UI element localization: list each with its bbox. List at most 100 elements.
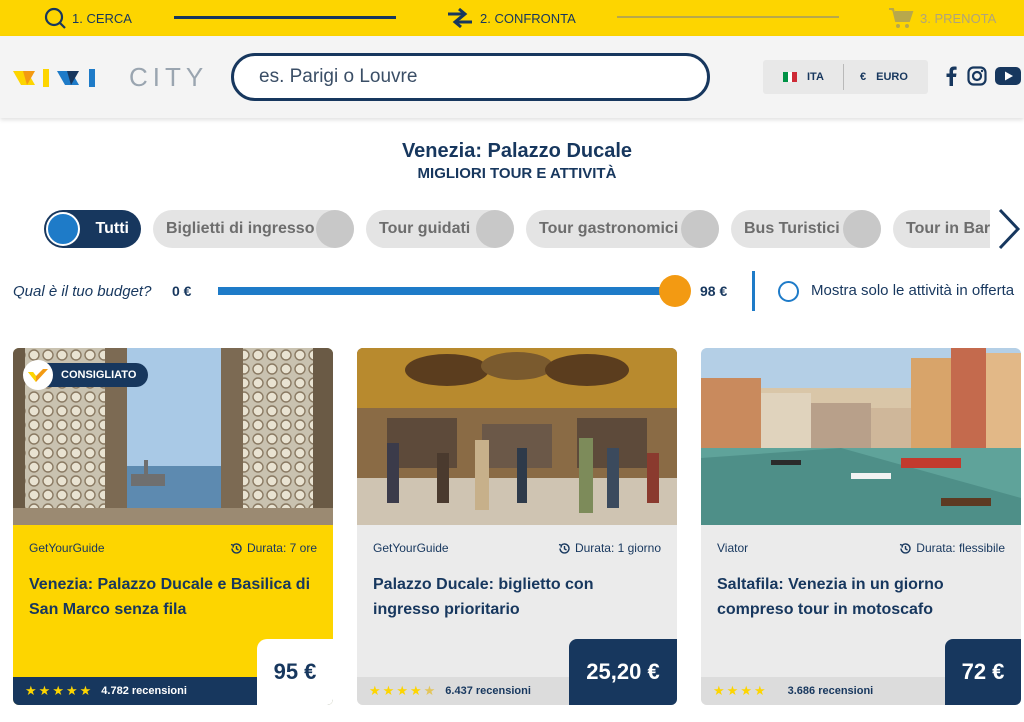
star-icon: ★	[25, 683, 37, 698]
step-search[interactable]: 1. CERCA	[44, 0, 132, 36]
star-icon: ★	[52, 683, 64, 698]
activity-duration-text: Durata: flessibile	[916, 541, 1005, 555]
category-toggle-tour-in-barca[interactable]: Tour in Barca	[893, 210, 990, 248]
star-icon: ★	[65, 683, 78, 698]
offers-only-label: Mostra solo le attività in offerta	[811, 282, 1015, 299]
search-icon	[44, 7, 66, 29]
star-icon: ★	[726, 683, 739, 698]
toggle-knob	[843, 210, 881, 248]
budget-slider-thumb[interactable]	[659, 275, 691, 307]
step-book-label: 3. PRENOTA	[920, 10, 997, 26]
facebook-icon[interactable]	[944, 66, 958, 86]
activity-image[interactable]	[701, 348, 1021, 525]
activity-card[interactable]: CONSIGLIATO GetYourGuide Durata: 7 ore V…	[13, 348, 333, 705]
step-connector	[174, 16, 396, 19]
compare-arrows-icon	[446, 7, 474, 29]
step-book[interactable]: 3. PRENOTA	[888, 0, 996, 36]
logo-wordmark: CITY	[129, 61, 209, 92]
step-compare-label: 2. CONFRONTA	[480, 10, 576, 26]
price-tag: 72 €	[945, 639, 1021, 705]
history-clock-icon	[900, 542, 911, 554]
toggle-knob	[681, 210, 719, 248]
history-clock-icon	[558, 542, 570, 554]
star-icon: ★	[740, 683, 752, 698]
budget-slider-track[interactable]	[218, 287, 676, 295]
activity-duration: Durata: 7 ore	[230, 541, 317, 555]
locale-switcher: ITA € EURO	[763, 60, 928, 94]
activity-provider: Viator	[717, 541, 749, 555]
activity-card[interactable]: Viator Durata: flessibile Saltafila: Ven…	[701, 348, 1021, 705]
activity-provider: GetYourGuide	[29, 541, 105, 555]
language-label: ITA	[807, 71, 824, 83]
activity-provider: GetYourGuide	[373, 541, 449, 555]
currency-label: EURO	[876, 71, 908, 83]
activity-card[interactable]: GetYourGuide Durata: 1 giorno Palazzo Du…	[357, 348, 677, 705]
price-tag: 25,20 €	[569, 639, 677, 705]
star-icon: ★	[369, 683, 381, 698]
categories-next-chevron-icon[interactable]	[994, 206, 1024, 252]
star-rating: ★ ★ ★ ★ ★	[25, 683, 93, 699]
vivicity-logo[interactable]: CITY	[13, 62, 208, 92]
youtube-icon[interactable]	[995, 66, 1021, 86]
star-rating: ★ ★ ★ ★	[713, 683, 768, 699]
search-box[interactable]	[231, 53, 710, 101]
activity-image[interactable]	[357, 348, 677, 525]
budget-min-label: 0 €	[172, 283, 192, 299]
category-label: Tour guidati	[379, 220, 471, 237]
page-title: Venezia: Palazzo Ducale	[401, 140, 633, 162]
half-star-icon: ★	[423, 683, 436, 698]
star-icon: ★	[38, 683, 51, 698]
activity-title[interactable]: Palazzo Ducale: biglietto con ingresso p…	[373, 572, 663, 622]
category-label: Biglietti di ingresso	[166, 220, 315, 237]
reviews-count: 4.782 recensioni	[101, 685, 187, 697]
offers-only-radio[interactable]	[778, 281, 799, 302]
category-label: Bus Turistici	[744, 220, 840, 237]
activity-duration: Durata: 1 giorno	[558, 541, 661, 555]
divider	[752, 271, 755, 311]
category-toggle-tour-guidati[interactable]: Tour guidati	[366, 210, 514, 248]
logo-mark-icon	[13, 69, 95, 87]
instagram-icon[interactable]	[967, 66, 987, 86]
page-subtitle: MIGLIORI TOUR E ATTIVITÀ	[417, 165, 617, 182]
booking-steps-bar: 1. CERCA 2. CONFRONTA 3. PRENOTA	[0, 0, 1024, 36]
star-icon: ★	[713, 683, 725, 698]
cart-icon	[888, 7, 914, 29]
activity-title[interactable]: Venezia: Palazzo Ducale e Basilica di Sa…	[29, 572, 319, 622]
category-label: Tour in Barca	[906, 220, 990, 237]
currency-symbol: €	[860, 71, 867, 83]
star-icon: ★	[79, 683, 92, 698]
price-tag: 95 €	[257, 639, 333, 705]
step-connector	[617, 16, 839, 18]
search-input[interactable]	[234, 56, 707, 98]
italy-flag-icon	[783, 72, 798, 82]
budget-max-label: 98 €	[700, 283, 728, 299]
budget-question: Qual è il tuo budget?	[13, 283, 152, 300]
star-icon: ★	[409, 683, 422, 698]
reviews-count: 3.686 recensioni	[787, 685, 874, 697]
reviews-count: 6.437 recensioni	[445, 685, 531, 697]
toggle-knob	[476, 210, 514, 248]
activity-duration-text: Durata: 1 giorno	[574, 541, 661, 555]
category-toggle-tutti[interactable]: Tutti	[44, 210, 141, 248]
star-icon: ★	[382, 683, 395, 698]
category-toggle-tour-gastronomici[interactable]: Tour gastronomici	[526, 210, 719, 248]
category-label: Tutti	[95, 220, 129, 237]
activity-title[interactable]: Saltafila: Venezia in un giorno compreso…	[717, 572, 1007, 622]
recommended-check-icon	[23, 360, 53, 390]
step-search-label: 1. CERCA	[72, 10, 132, 26]
activity-duration-text: Durata: 7 ore	[246, 541, 317, 555]
toggle-knob	[316, 210, 354, 248]
star-icon: ★	[753, 683, 766, 698]
site-header: CITY ITA € EURO	[0, 36, 1024, 118]
category-filter-bar: Tutti Biglietti di ingresso Tour guidati…	[44, 210, 990, 248]
category-toggle-biglietti[interactable]: Biglietti di ingresso	[153, 210, 354, 248]
history-clock-icon	[230, 542, 242, 554]
category-label: Tour gastronomici	[539, 220, 679, 237]
language-selector[interactable]: ITA	[763, 60, 843, 94]
currency-selector[interactable]: € EURO	[844, 60, 908, 94]
star-rating: ★ ★ ★ ★ ★	[369, 683, 437, 699]
step-compare[interactable]: 2. CONFRONTA	[446, 0, 576, 36]
toggle-knob	[46, 212, 80, 246]
star-icon: ★	[396, 683, 408, 698]
category-toggle-bus-turistici[interactable]: Bus Turistici	[731, 210, 881, 248]
